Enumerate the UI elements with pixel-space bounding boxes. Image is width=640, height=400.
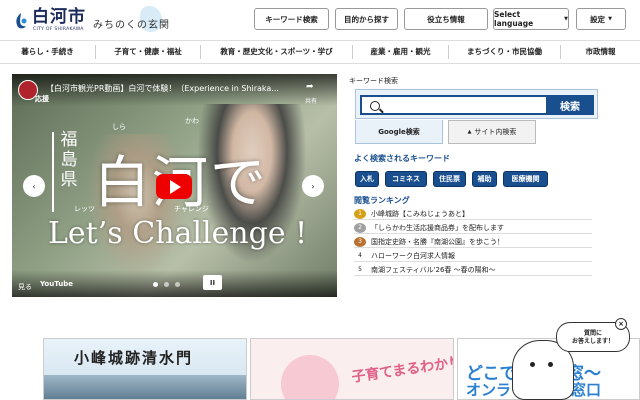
search-icon bbox=[370, 101, 380, 111]
ranking-item[interactable]: 5 南湖フェスティバル'26春 ～春の陽和～ bbox=[354, 264, 592, 276]
rank-medal-gold-icon: 1 bbox=[354, 208, 366, 219]
search-button[interactable]: 検索 bbox=[546, 95, 594, 115]
mascot-eye-icon bbox=[530, 362, 535, 367]
ranking-item[interactable]: 1 小峰城跡【こみねじょうあと】 bbox=[354, 208, 592, 220]
slider-dot-active[interactable] bbox=[153, 282, 158, 287]
nav-item-industry[interactable]: 産業・雇用・観光 bbox=[352, 45, 448, 59]
keyword-tag[interactable]: 医療機関 bbox=[503, 171, 548, 187]
nav-item-living[interactable]: 暮らし・手続き bbox=[0, 45, 95, 59]
caret-up-icon: ▲ bbox=[467, 129, 472, 135]
vertical-caption: 福島県 bbox=[60, 130, 78, 190]
banner-illustration bbox=[281, 355, 339, 399]
share-icon[interactable]: ➦ bbox=[306, 82, 314, 92]
nav-item-education[interactable]: 教育・歴史文化・スポーツ・学び bbox=[200, 45, 352, 59]
ranking-link[interactable]: 小峰城跡【こみねじょうあと】 bbox=[371, 209, 469, 219]
search-box: 検索 bbox=[355, 89, 598, 119]
ranking-link[interactable]: ハローワーク白河求人情報 bbox=[371, 251, 455, 261]
settings-button[interactable]: 設定 ▼ bbox=[576, 8, 626, 30]
ranking-link[interactable]: 国指定史跡・名勝『南湖公園』を歩こう！ bbox=[371, 237, 504, 247]
keyword-search-label: キーワード検索 bbox=[349, 77, 398, 85]
rank-number: 5 bbox=[358, 266, 362, 273]
frequent-keywords-title: よく検索されるキーワード bbox=[354, 154, 450, 163]
rank-number: 4 bbox=[358, 252, 362, 259]
keyword-tag[interactable]: コミネス bbox=[385, 171, 427, 187]
keyword-tag[interactable]: 補助 bbox=[472, 171, 497, 187]
nav-item-city-info[interactable]: 市政情報 bbox=[560, 45, 640, 59]
ranking-item[interactable]: 2 「しらかわ生活応援商品券」を配布します bbox=[354, 222, 592, 234]
mascot-eye-icon bbox=[548, 362, 553, 367]
banner-komine-castle[interactable]: 小峰城跡清水門 bbox=[43, 338, 247, 400]
vertical-divider bbox=[52, 132, 54, 212]
ruby-kawa: かわ bbox=[185, 117, 199, 125]
select-language-label: Select language bbox=[494, 10, 534, 28]
share-label[interactable]: 共有 bbox=[305, 96, 317, 105]
rank-medal-bronze-icon: 3 bbox=[354, 236, 366, 247]
tab-google-search[interactable]: Google検索 bbox=[355, 120, 443, 144]
channel-mark: 応援 bbox=[35, 95, 49, 103]
promo-video-player[interactable]: 応援 【白河市観光PR動画】白河で体験！（Experience in Shira… bbox=[12, 74, 337, 297]
chatbot-close-button[interactable]: × bbox=[615, 318, 627, 330]
slider-pause-button[interactable]: II bbox=[203, 275, 222, 290]
chatbot-text-line1: 質問に bbox=[583, 330, 602, 337]
keyword-search-button[interactable]: キーワード検索 bbox=[254, 8, 329, 30]
chatbot-text-line2: お答えします！ bbox=[571, 338, 614, 345]
ruby-shira: しら bbox=[112, 123, 126, 131]
play-icon bbox=[170, 180, 181, 194]
rank-medal-silver-icon: 2 bbox=[354, 222, 366, 233]
slider-dot[interactable] bbox=[164, 282, 169, 287]
slider-prev-button[interactable]: ‹ bbox=[23, 175, 45, 197]
ranking-title: 閲覧ランキング bbox=[354, 196, 410, 205]
ranking-item[interactable]: 3 国指定史跡・名勝『南湖公園』を歩こう！ bbox=[354, 236, 592, 248]
chevron-down-icon: ▼ bbox=[608, 16, 612, 22]
search-input[interactable] bbox=[360, 95, 546, 115]
logo-title[interactable]: 白河市 bbox=[32, 8, 86, 26]
settings-label: 設定 bbox=[590, 14, 606, 24]
ranking-link[interactable]: 南湖フェスティバル'26春 ～春の陽和～ bbox=[371, 265, 496, 275]
ranking-item[interactable]: 4 ハローワーク白河求人情報 bbox=[354, 250, 592, 262]
main-nav: 暮らし・手続き 子育て・健康・福祉 教育・歴史文化・スポーツ・学び 産業・雇用・… bbox=[0, 40, 640, 64]
nav-item-childcare[interactable]: 子育て・健康・福祉 bbox=[95, 45, 200, 59]
chevron-down-icon: ▼ bbox=[564, 16, 568, 22]
video-title[interactable]: 【白河市観光PR動画】白河で体験！（Experience in Shiraka.… bbox=[46, 83, 296, 94]
logo-catchphrase: みちのくの玄関 bbox=[93, 20, 170, 31]
watch-label[interactable]: 見る bbox=[18, 282, 32, 292]
video-tagline: Let’s Challenge ! bbox=[48, 216, 308, 251]
city-logo-icon[interactable] bbox=[13, 12, 29, 30]
site-header: 白河市 CITY OF SHIRAKAWA みちのくの玄関 キーワード検索 目的… bbox=[0, 0, 640, 40]
keyword-tag[interactable]: 入札 bbox=[355, 171, 379, 187]
banner-castle-image bbox=[44, 375, 246, 399]
ranking-link[interactable]: 「しらかわ生活応援商品券」を配布します bbox=[371, 223, 504, 233]
logo-subtitle: CITY OF SHIRAKAWA bbox=[33, 27, 84, 32]
purpose-search-button[interactable]: 目的から探す bbox=[335, 8, 398, 30]
slider-dot[interactable] bbox=[175, 282, 180, 287]
keyword-tag[interactable]: 住民票 bbox=[433, 171, 466, 187]
banner-title: 子育てまるわかり bbox=[350, 354, 454, 386]
tab-site-search[interactable]: ▲ サイト内検索 bbox=[448, 120, 536, 144]
banner-childcare[interactable]: 子育てまるわかり bbox=[250, 338, 454, 400]
nav-item-community[interactable]: まちづくり・市民協働 bbox=[448, 45, 560, 59]
youtube-logo-icon[interactable]: YouTube bbox=[40, 280, 73, 288]
ruby-challenge: チャレンジ bbox=[174, 205, 209, 213]
select-language-button[interactable]: Select language ▼ bbox=[493, 8, 569, 30]
ruby-lets: レッツ bbox=[74, 205, 95, 213]
banner-title: 小峰城跡清水門 bbox=[74, 349, 194, 367]
useful-info-button[interactable]: 役立ち情報 bbox=[404, 8, 488, 30]
tab-site-search-label: サイト内検索 bbox=[474, 128, 517, 136]
slider-next-button[interactable]: › bbox=[302, 175, 324, 197]
